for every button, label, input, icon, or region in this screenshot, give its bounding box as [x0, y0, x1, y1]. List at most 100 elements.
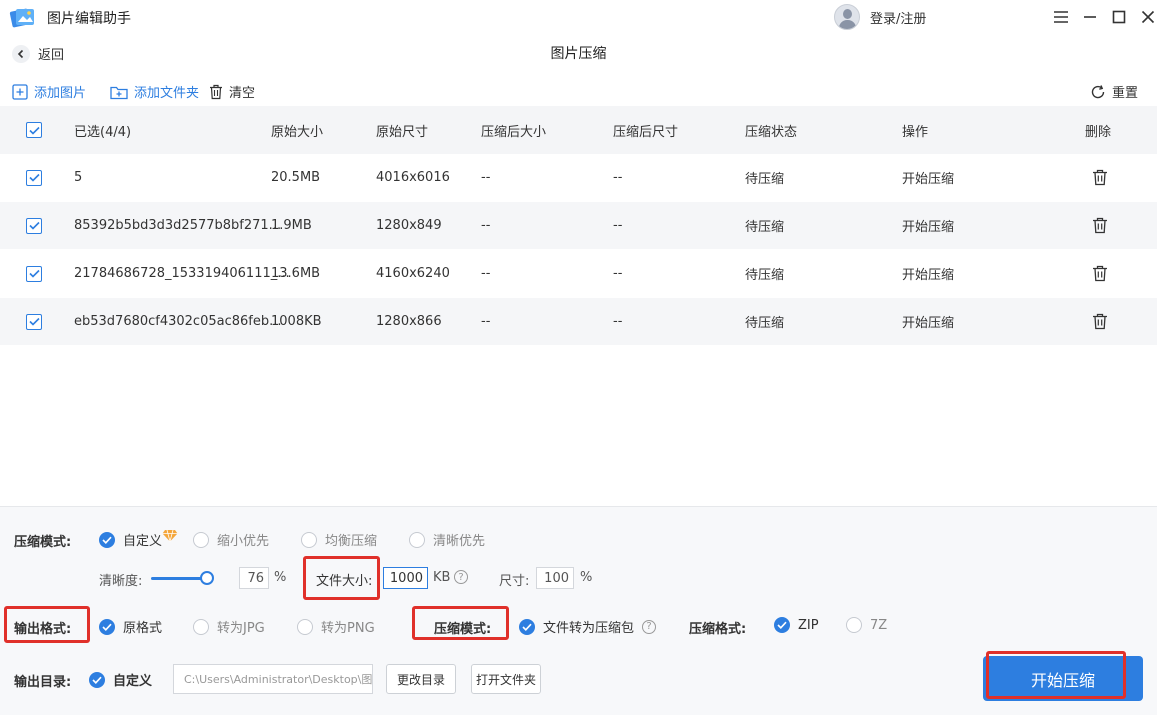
dimension-input[interactable]: 100: [536, 567, 574, 589]
orig-dim: 4016x6016: [376, 170, 450, 185]
start-compress-link[interactable]: 开始压缩: [902, 250, 954, 297]
comp-dim: --: [613, 218, 623, 233]
orig-size: 20.5MB: [271, 170, 321, 185]
table-row[interactable]: 5 20.5MB 4016x6016 -- -- 待压缩 开始压缩: [0, 154, 1157, 201]
clarity-label: 清晰度:: [99, 574, 143, 589]
mode-shrink-label: 缩小优先: [217, 534, 270, 549]
table-row[interactable]: 85392b5bd3d3d2577b8bf271... 1.9MB 1280x8…: [0, 202, 1157, 249]
archive-format-label: 压缩格式:: [689, 622, 747, 637]
output-format-label: 输出格式:: [14, 622, 72, 637]
comp-size: --: [481, 218, 491, 233]
to-archive-checkbox[interactable]: 文件转为压缩包 ?: [519, 617, 657, 636]
clear-label: 清空: [229, 86, 256, 101]
col-orig-size: 原始大小: [271, 124, 324, 140]
zip-radio[interactable]: ZIP: [774, 617, 819, 633]
delete-icon[interactable]: [1092, 202, 1108, 249]
clear-button[interactable]: 清空: [209, 82, 255, 101]
add-folder-label: 添加文件夹: [134, 86, 200, 101]
col-action: 操作: [902, 124, 929, 140]
mode-balance-label: 均衡压缩: [325, 534, 378, 549]
minimize-icon[interactable]: [1075, 6, 1104, 28]
menu-icon[interactable]: [1046, 6, 1075, 28]
start-compress-link[interactable]: 开始压缩: [902, 298, 954, 345]
format-png-label: 转为PNG: [321, 621, 375, 636]
clarity-input[interactable]: 76: [239, 567, 269, 589]
delete-icon[interactable]: [1092, 298, 1108, 345]
status: 待压缩: [745, 172, 785, 187]
open-folder-button[interactable]: 打开文件夹: [471, 664, 541, 694]
start-compress-link[interactable]: 开始压缩: [902, 202, 954, 249]
comp-size: --: [481, 314, 491, 329]
orig-dim: 1280x849: [376, 218, 442, 233]
7z-radio[interactable]: 7Z: [846, 617, 887, 633]
change-dir-button[interactable]: 更改目录: [386, 664, 456, 694]
file-name: 85392b5bd3d3d2577b8bf271...: [74, 218, 282, 233]
row-checkbox[interactable]: [26, 202, 42, 249]
clarity-slider-handle[interactable]: [200, 571, 214, 585]
status: 待压缩: [745, 316, 785, 331]
page-title: 图片压缩: [550, 46, 607, 62]
help-icon[interactable]: ?: [642, 619, 657, 634]
table-row[interactable]: 21784686728_153319406111_... 13.6MB 4160…: [0, 250, 1157, 297]
comp-size: --: [481, 266, 491, 281]
mode-balance-radio[interactable]: 均衡压缩: [301, 530, 377, 549]
add-image-button[interactable]: 添加图片: [12, 82, 86, 101]
output-dir-input[interactable]: C:\Users\Administrator\Desktop\图: [173, 664, 373, 694]
mode-clear-label: 清晰优先: [433, 534, 486, 549]
dimension-label: 尺寸:: [499, 574, 530, 589]
7z-label: 7Z: [870, 617, 888, 633]
format-original-radio[interactable]: 原格式: [99, 617, 162, 636]
clarity-unit: %: [274, 570, 287, 585]
title-bar: 图片编辑助手 登录/注册: [0, 0, 1157, 34]
help-icon[interactable]: ?: [454, 570, 468, 584]
diamond-vip-icon: [162, 529, 178, 542]
row-checkbox[interactable]: [26, 250, 42, 297]
comp-dim: --: [613, 170, 623, 185]
refresh-icon: [1091, 84, 1105, 98]
select-all-checkbox[interactable]: [26, 106, 42, 154]
mode-custom-radio[interactable]: 自定义: [99, 529, 178, 549]
login-link[interactable]: 登录/注册: [870, 8, 926, 27]
dir-custom-label: 自定义: [113, 674, 153, 689]
format-png-radio[interactable]: 转为PNG: [297, 617, 375, 636]
filesize-label: 文件大小:: [316, 574, 373, 589]
filesize-input[interactable]: 1000: [383, 567, 428, 589]
maximize-icon[interactable]: [1104, 6, 1133, 28]
app-title: 图片编辑助手: [47, 11, 131, 27]
table-row[interactable]: eb53d7680cf4302c05ac86feb... 1008KB 1280…: [0, 298, 1157, 345]
add-folder-button[interactable]: 添加文件夹: [110, 82, 199, 101]
close-icon[interactable]: [1133, 6, 1157, 28]
dir-custom-radio[interactable]: 自定义: [89, 670, 152, 689]
row-checkbox[interactable]: [26, 154, 42, 201]
add-folder-icon: [110, 86, 128, 99]
col-comp-dim: 压缩后尺寸: [613, 124, 679, 140]
to-archive-label: 文件转为压缩包: [543, 621, 635, 636]
reset-button[interactable]: 重置: [1090, 82, 1138, 101]
delete-icon[interactable]: [1092, 154, 1108, 201]
row-checkbox[interactable]: [26, 298, 42, 345]
clarity-slider-track[interactable]: [151, 577, 207, 580]
orig-dim: 1280x866: [376, 314, 442, 329]
add-image-label: 添加图片: [34, 86, 87, 101]
mode-clear-radio[interactable]: 清晰优先: [409, 530, 485, 549]
filesize-unit: KB: [433, 570, 451, 585]
mode-shrink-radio[interactable]: 缩小优先: [193, 530, 269, 549]
status: 待压缩: [745, 268, 785, 283]
avatar[interactable]: [834, 4, 860, 30]
orig-size: 1008KB: [271, 314, 322, 329]
col-selected: 已选(4/4): [74, 124, 132, 140]
file-name: 21784686728_153319406111_...: [74, 266, 290, 281]
col-orig-dim: 原始尺寸: [376, 124, 429, 140]
format-jpg-radio[interactable]: 转为JPG: [193, 617, 265, 636]
mode-custom-label: 自定义: [123, 534, 163, 549]
trash-icon: [210, 84, 223, 99]
orig-size: 13.6MB: [271, 266, 321, 281]
comp-dim: --: [613, 266, 623, 281]
col-status: 压缩状态: [745, 124, 798, 140]
start-compress-link[interactable]: 开始压缩: [902, 154, 954, 201]
add-image-icon: [12, 83, 28, 100]
start-compress-button[interactable]: 开始压缩: [983, 656, 1143, 701]
login-area[interactable]: 登录/注册: [834, 4, 926, 30]
delete-icon[interactable]: [1092, 250, 1108, 297]
reset-label: 重置: [1112, 86, 1139, 101]
